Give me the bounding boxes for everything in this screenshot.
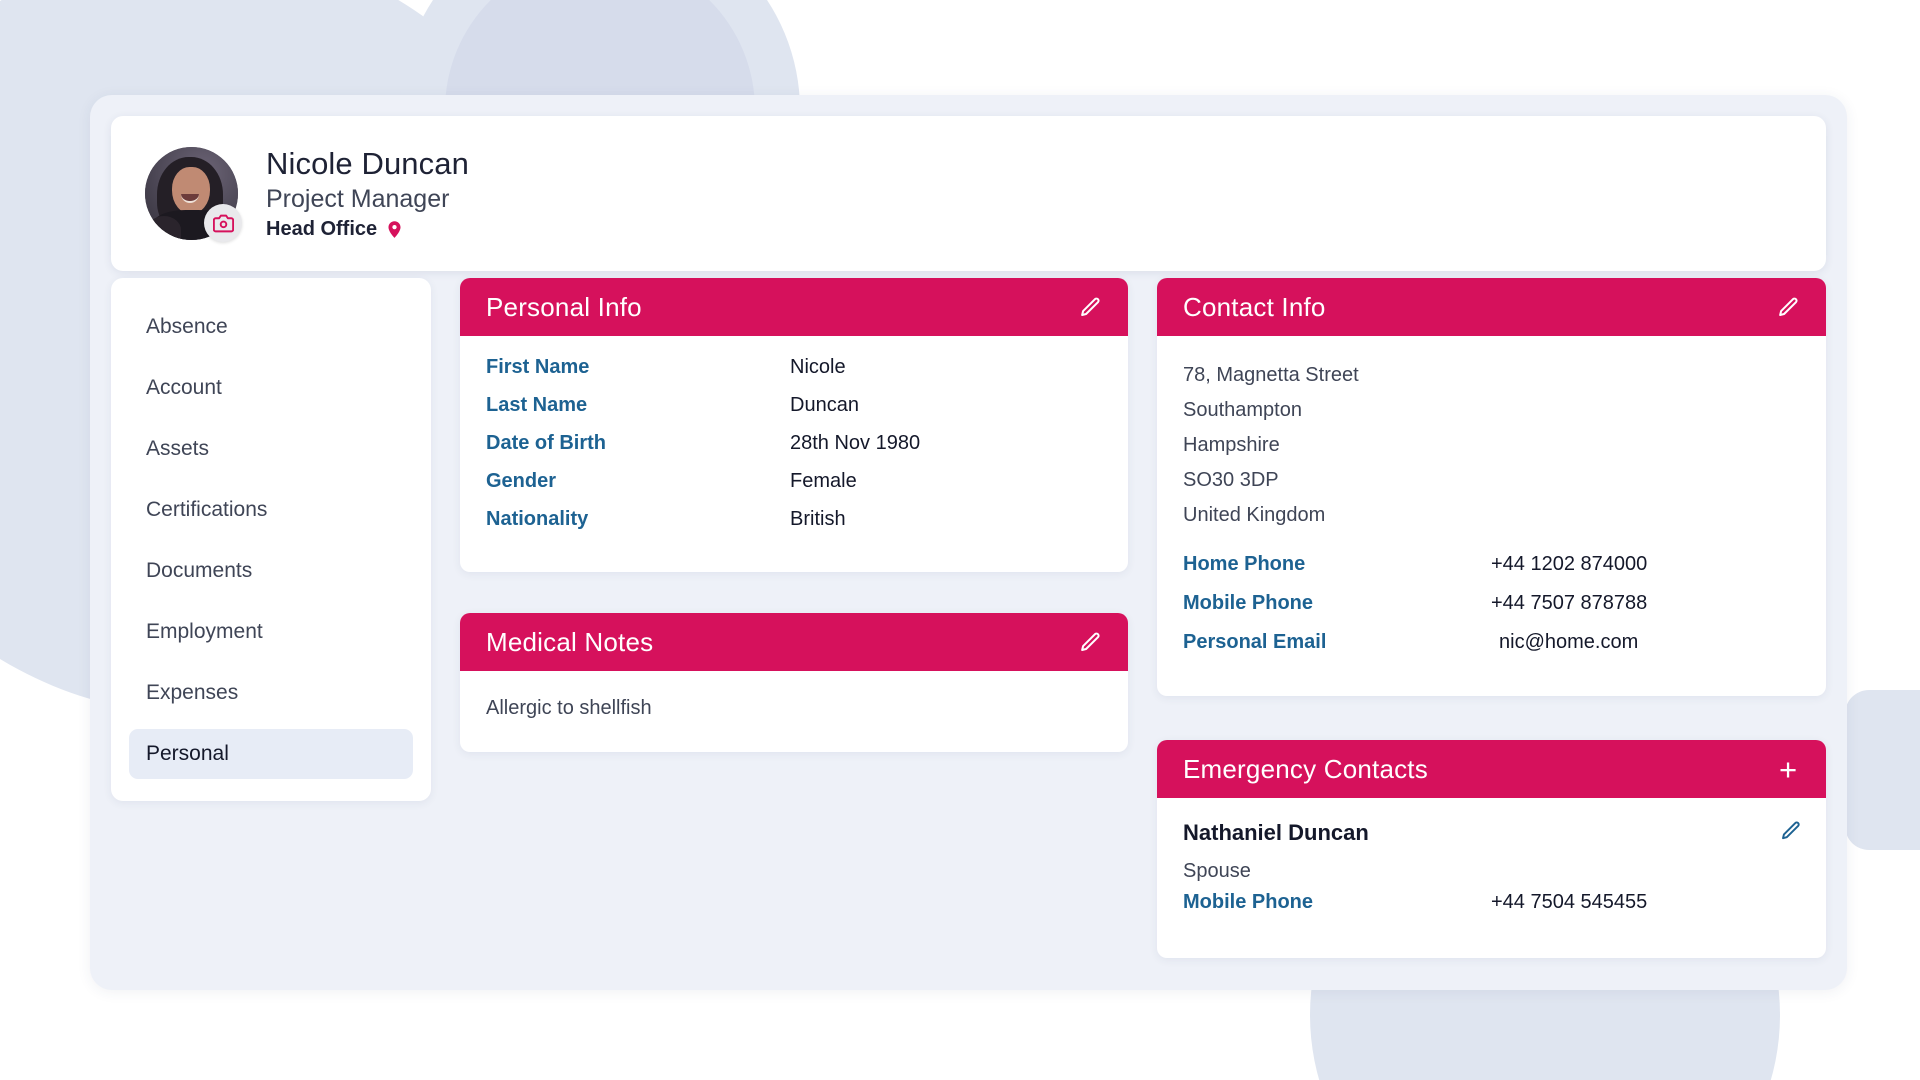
address-line: 78, Magnetta Street [1183,364,1359,386]
table-row: Date of Birth 28th Nov 1980 [486,432,1102,470]
sidebar-item-label: Account [146,376,222,399]
table-row: Gender Female [486,470,1102,508]
personal-info-header: Personal Info [460,278,1128,336]
emergency-contact-relation: Spouse [1183,860,1251,882]
contact-info-header: Contact Info [1157,278,1826,336]
camera-icon[interactable] [204,204,242,242]
add-contact-label: + [1778,751,1798,787]
contact-info-title: Contact Info [1183,291,1326,322]
medical-notes-body: Allergic to shellfish [460,671,1128,752]
emergency-contact-name: Nathaniel Duncan [1183,820,1369,845]
field-value: British [790,508,846,530]
address-line: SO30 3DP [1183,469,1279,491]
address-line: Hampshire [1183,434,1280,456]
medical-notes-title: Medical Notes [486,626,654,657]
field-value: +44 7504 545455 [1491,891,1648,913]
field-value: Duncan [790,394,859,416]
pencil-icon[interactable] [1074,626,1106,658]
field-value: +44 7507 878788 [1491,592,1648,614]
contact-rows: Home Phone +44 1202 874000 Mobile Phone … [1183,553,1800,670]
field-label: Last Name [486,394,588,416]
pencil-icon[interactable] [1772,291,1804,323]
personal-info-title: Personal Info [486,291,642,322]
sidebar-item-label: Assets [146,437,210,460]
sidebar-item-documents[interactable]: Documents [129,546,413,596]
field-label: Personal Email [1183,631,1327,653]
table-row: Last Name Duncan [486,394,1102,432]
plus-icon[interactable]: + [1772,753,1804,785]
contact-info-card: Contact Info 78, Magnetta Street Southam… [1157,278,1826,696]
field-label: Mobile Phone [1183,891,1313,913]
address-line: United Kingdom [1183,504,1326,526]
personal-info-body: First Name Nicole Last Name Duncan Date … [460,336,1128,572]
table-row: Mobile Phone +44 7507 878788 [1183,592,1800,631]
field-label: Mobile Phone [1183,592,1313,614]
sidebar-item-employment[interactable]: Employment [129,607,413,657]
sidebar-item-label: Personal [146,742,229,765]
profile-office: Head Office [266,218,378,241]
medical-notes-header: Medical Notes [460,613,1128,671]
medical-notes-text: Allergic to shellfish [486,697,652,719]
table-row: Nationality British [486,508,1102,546]
address-line: Southampton [1183,399,1302,421]
field-label: First Name [486,356,590,378]
field-value: +44 1202 874000 [1491,553,1648,575]
field-label: Gender [486,470,557,492]
sidebar-item-assets[interactable]: Assets [129,424,413,474]
sidebar-item-label: Expenses [146,681,239,704]
table-row: Mobile Phone +44 7504 545455 [1183,891,1800,930]
emergency-contacts-card: Emergency Contacts + Nathaniel Duncan Sp… [1157,740,1826,958]
sidebar-nav: Absence Account Assets Certifications Do… [111,278,431,801]
sidebar-item-label: Absence [146,315,228,338]
page-title: Nicole Duncan [266,145,469,181]
field-label: Date of Birth [486,432,606,454]
personal-info-card: Personal Info First Name Nicole Last Nam… [460,278,1128,572]
table-row: First Name Nicole [486,356,1102,394]
field-label: Home Phone [1183,553,1306,575]
field-value: nic@home.com [1499,631,1639,653]
field-value: Nicole [790,356,846,378]
contact-info-body: 78, Magnetta Street Southampton Hampshir… [1157,336,1826,696]
location-pin-icon [385,218,404,241]
sidebar-item-absence[interactable]: Absence [129,302,413,352]
table-row: Personal Email nic@home.com [1183,631,1800,670]
field-value: Female [790,470,857,492]
sidebar-item-expenses[interactable]: Expenses [129,668,413,718]
sidebar-item-account[interactable]: Account [129,363,413,413]
avatar-wrapper [145,147,242,242]
emergency-contacts-body: Nathaniel Duncan Spouse Mobile Phone +44… [1157,798,1826,958]
table-row: Home Phone +44 1202 874000 [1183,553,1800,592]
emergency-contacts-title: Emergency Contacts [1183,753,1428,784]
sidebar-item-label: Documents [146,559,253,582]
sidebar-item-certifications[interactable]: Certifications [129,485,413,535]
profile-role: Project Manager [266,184,450,213]
field-value: 28th Nov 1980 [790,432,921,454]
background-blob-right [1845,690,1920,850]
field-label: Nationality [486,508,589,530]
sidebar-item-personal[interactable]: Personal [129,729,413,779]
emergency-contacts-header: Emergency Contacts + [1157,740,1826,798]
app-root: Nicole Duncan Project Manager Head Offic… [0,0,1920,1080]
profile-office-row: Head Office [266,218,469,241]
medical-notes-card: Medical Notes Allergic to shellfish [460,613,1128,752]
pencil-icon[interactable] [1074,291,1106,323]
pencil-icon[interactable] [1780,820,1802,847]
profile-header-card: Nicole Duncan Project Manager Head Offic… [111,116,1826,271]
sidebar-item-label: Certifications [146,498,268,521]
sidebar-item-label: Employment [146,620,263,643]
profile-text-block: Nicole Duncan Project Manager Head Offic… [266,146,469,241]
